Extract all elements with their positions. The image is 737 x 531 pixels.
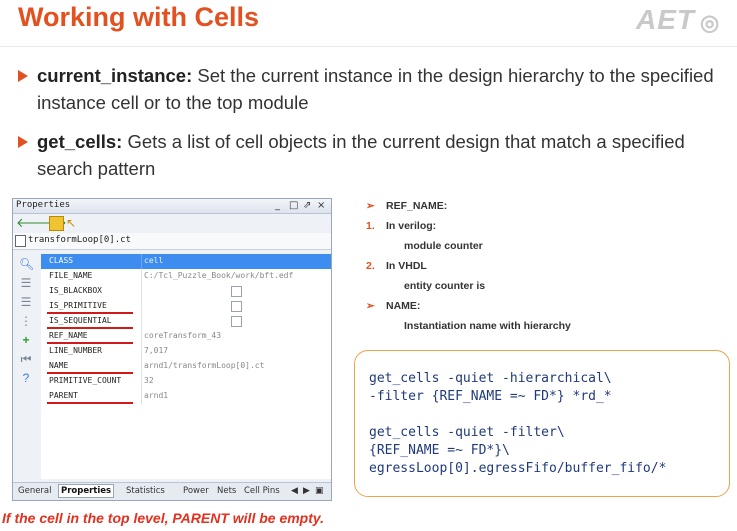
tab-statistics[interactable]: Statistics <box>126 486 165 496</box>
bullet-current-instance: current_instance: Set the current instan… <box>18 62 718 116</box>
tab-nets[interactable]: Nets <box>217 486 236 496</box>
slide-title: Working with Cells <box>18 2 260 32</box>
logo-mark-icon: ◎ <box>700 10 720 35</box>
minimize-button[interactable]: _ <box>275 200 280 211</box>
note-number: 1. <box>366 220 375 232</box>
note-vhdl: In VHDL <box>386 260 427 272</box>
add-icon[interactable]: + <box>19 333 33 347</box>
panel-title: Properties <box>16 200 71 210</box>
note-verilog-detail: module counter <box>404 240 483 252</box>
tab-menu-icon[interactable]: ▣ <box>315 486 324 496</box>
note-name: NAME: <box>386 300 421 312</box>
note-vhdl-detail: entity counter is <box>404 280 486 292</box>
bullet-term: get_cells: <box>37 131 123 152</box>
side-toolbar: 🔍︎ ☰ ☰ ⋮ + ⏮ ? <box>13 251 39 481</box>
tab-properties[interactable]: Properties <box>58 484 115 498</box>
property-value: 7,017 <box>144 346 169 355</box>
logo: AET <box>636 4 695 35</box>
note-ref-name: REF_NAME: <box>386 200 448 212</box>
table-row[interactable]: IS_BLACKBOX <box>41 284 331 299</box>
header-divider <box>0 46 737 47</box>
property-value: cell <box>144 256 164 265</box>
property-table: CLASS cell FILE_NAME C:/Tcl_Puzzle_Book/… <box>41 254 331 479</box>
property-key: REF_NAME <box>49 331 88 340</box>
tab-scroll-right-icon[interactable]: ▶ <box>303 486 310 496</box>
selected-object-name: transformLoop[0].ct <box>28 235 131 245</box>
code-line: get_cells -quiet -filter\ <box>369 425 565 440</box>
property-key: LINE_NUMBER <box>49 346 102 355</box>
table-row[interactable]: IS_PRIMITIVE <box>41 299 331 314</box>
note-verilog: In verilog: <box>386 220 437 232</box>
bullet-term: current_instance: <box>37 65 193 86</box>
table-row[interactable]: CLASS cell <box>41 254 331 269</box>
help-icon[interactable]: ? <box>19 371 33 385</box>
property-checkbox[interactable] <box>231 301 242 312</box>
float-button[interactable]: ⇗ <box>303 200 311 211</box>
property-value: C:/Tcl_Puzzle_Book/work/bft.edf <box>144 271 294 280</box>
bullet-arrow-icon <box>18 136 28 148</box>
property-key: FILE_NAME <box>49 271 93 280</box>
note-number: 2. <box>366 260 375 272</box>
property-value: 32 <box>144 376 154 385</box>
footer-note: If the cell in the top level, PARENT wil… <box>2 510 325 526</box>
selected-object-bar: transformLoop[0].ct <box>13 233 331 250</box>
property-key: PARENT <box>49 391 78 400</box>
code-example-box: get_cells -quiet -hierarchical\ -filter … <box>354 350 730 497</box>
bullet-text: Gets a list of cell objects in the curre… <box>37 131 685 179</box>
table-row[interactable]: LINE_NUMBER 7,017 <box>41 344 331 359</box>
property-value: arnd1 <box>144 391 169 400</box>
note-name-detail: Instantiation name with hierarchy <box>404 320 571 332</box>
property-checkbox[interactable] <box>231 286 242 297</box>
search-icon[interactable]: 🔍︎ <box>19 257 34 271</box>
table-row[interactable]: FILE_NAME C:/Tcl_Puzzle_Book/work/bft.ed… <box>41 269 331 284</box>
panel-titlebar: Properties _ □ ⇗ × <box>13 199 331 214</box>
table-row[interactable]: REF_NAME coreTransform_43 <box>41 329 331 344</box>
code-line: egressLoop[0].egressFifo/buffer_fifo/* <box>369 461 667 476</box>
property-key: IS_PRIMITIVE <box>49 301 107 310</box>
first-icon[interactable]: ⏮ <box>19 352 33 366</box>
properties-panel: Properties _ □ ⇗ × 🡐 🡒 ↖ transformLoop[0… <box>12 198 332 501</box>
bullet-arrow-icon <box>18 70 28 82</box>
property-key: IS_BLACKBOX <box>49 286 102 295</box>
panel-tab-bar: General Properties Statistics Power Nets… <box>13 482 331 500</box>
tab-cell-pins[interactable]: Cell Pins <box>244 486 280 496</box>
note-arrow-icon: ➢ <box>366 200 375 212</box>
highlight-underline <box>47 402 133 404</box>
note-arrow-icon: ➢ <box>366 300 375 312</box>
collapse-all-icon[interactable]: ☰ <box>19 276 33 290</box>
expand-all-icon[interactable]: ☰ <box>19 295 33 309</box>
pointer-icon[interactable]: ↖ <box>66 216 78 230</box>
property-key: NAME <box>49 361 69 370</box>
panel-toolbar: 🡐 🡒 ↖ <box>13 214 331 232</box>
tab-power[interactable]: Power <box>183 486 209 496</box>
cell-object-icon <box>15 235 26 247</box>
restore-button[interactable]: □ <box>289 200 298 211</box>
property-key: IS_SEQUENTIAL <box>49 316 112 325</box>
bullet-get-cells: get_cells: Gets a list of cell objects i… <box>18 128 718 182</box>
tab-scroll-left-icon[interactable]: ◀ <box>291 486 298 496</box>
settings-icon[interactable] <box>49 216 64 231</box>
code-line: {REF_NAME =~ FD*}\ <box>369 443 510 458</box>
property-key: CLASS <box>49 256 74 265</box>
close-button[interactable]: × <box>317 200 325 211</box>
table-row[interactable]: PARENT arnd1 <box>41 389 331 404</box>
group-icon[interactable]: ⋮ <box>19 314 33 328</box>
property-checkbox[interactable] <box>231 316 242 327</box>
property-value: arnd1/transformLoop[0].ct <box>144 361 265 370</box>
tab-general[interactable]: General <box>18 486 52 496</box>
table-row[interactable]: PRIMITIVE_COUNT 32 <box>41 374 331 389</box>
code-line: -filter {REF_NAME =~ FD*} *rd_* <box>369 389 612 404</box>
code-line: get_cells -quiet -hierarchical\ <box>369 371 612 386</box>
table-row[interactable]: IS_SEQUENTIAL <box>41 314 331 329</box>
property-key: PRIMITIVE_COUNT <box>49 376 122 385</box>
table-row[interactable]: NAME arnd1/transformLoop[0].ct <box>41 359 331 374</box>
property-value: coreTransform_43 <box>144 331 222 340</box>
